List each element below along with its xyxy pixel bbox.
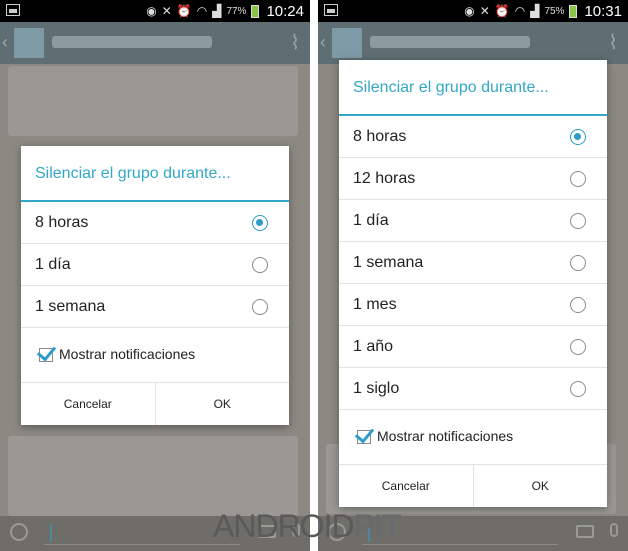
back-chevron-icon[interactable]: ‹ <box>320 32 326 53</box>
camera-icon[interactable] <box>576 525 594 538</box>
alarm-icon: ⏰ <box>176 4 192 18</box>
option-label: 1 mes <box>353 296 397 313</box>
gallery-icon <box>324 4 338 16</box>
dialog-title: Silenciar el grupo durante... <box>339 60 607 116</box>
option-label: 12 horas <box>353 170 416 187</box>
mute-icon: ✕ <box>479 4 490 18</box>
paperclip-icon[interactable]: ⌇ <box>608 30 618 55</box>
option-8-horas[interactable]: 8 horas <box>339 116 607 158</box>
show-notifications-row[interactable]: Mostrar notificaciones <box>21 328 289 383</box>
radio-unselected-icon[interactable] <box>570 171 586 187</box>
option-12-horas[interactable]: 12 horas <box>339 158 607 200</box>
status-time: 10:31 <box>584 2 622 20</box>
option-1-dia[interactable]: 1 día <box>339 200 607 242</box>
chat-bubble <box>8 66 298 136</box>
dialog-title: Silenciar el grupo durante... <box>21 146 289 202</box>
radio-unselected-icon[interactable] <box>570 255 586 271</box>
ok-button[interactable]: OK <box>154 383 290 425</box>
androidpit-watermark: ANDROIDPIT <box>213 508 402 545</box>
microphone-icon[interactable] <box>610 523 618 537</box>
group-name-blurred <box>52 36 212 48</box>
option-1-ano[interactable]: 1 año <box>339 326 607 368</box>
watermark-part2: PIT <box>353 508 402 544</box>
battery-icon <box>251 4 260 18</box>
emoji-icon[interactable] <box>10 523 28 541</box>
phone-screenshot-right: ◉ ✕ ⏰ ◠ ▟ 75% 10:31 ‹ ⌇ Silenciar el gru… <box>318 0 628 551</box>
gallery-icon <box>6 4 20 16</box>
option-8-horas[interactable]: 8 horas <box>21 202 289 244</box>
chat-bubble <box>8 436 298 516</box>
option-1-semana[interactable]: 1 semana <box>339 242 607 284</box>
signal-icon: ▟ <box>212 4 222 18</box>
screenshot-divider <box>310 0 318 551</box>
dialog-buttons: Cancelar OK <box>339 465 607 507</box>
mute-dialog: Silenciar el grupo durante... 8 horas 12… <box>339 60 607 507</box>
status-bar: ◉ ✕ ⏰ ◠ ▟ 77% 10:24 <box>0 0 310 22</box>
option-label: 1 día <box>35 256 71 273</box>
show-notifications-label: Mostrar notificaciones <box>59 346 196 362</box>
radio-selected-icon[interactable] <box>252 215 268 231</box>
chat-app-bar: ‹ ⌇ <box>0 22 310 64</box>
alarm-icon: ⏰ <box>494 4 510 18</box>
battery-percent: 75% <box>544 5 565 17</box>
paperclip-icon[interactable]: ⌇ <box>290 30 300 55</box>
battery-percent: 77% <box>226 5 247 17</box>
radio-unselected-icon[interactable] <box>570 339 586 355</box>
radio-unselected-icon[interactable] <box>570 297 586 313</box>
back-chevron-icon[interactable]: ‹ <box>2 32 8 53</box>
radio-unselected-icon[interactable] <box>252 257 268 273</box>
option-label: 1 día <box>353 212 389 229</box>
cancel-button[interactable]: Cancelar <box>21 383 155 425</box>
option-1-semana[interactable]: 1 semana <box>21 286 289 328</box>
mute-dialog: Silenciar el grupo durante... 8 horas 1 … <box>21 146 289 425</box>
option-1-mes[interactable]: 1 mes <box>339 284 607 326</box>
wifi-icon: ◠ <box>196 4 208 18</box>
ok-button[interactable]: OK <box>472 465 608 507</box>
option-label: 1 año <box>353 338 394 355</box>
show-notifications-row[interactable]: Mostrar notificaciones <box>339 410 607 465</box>
radio-unselected-icon[interactable] <box>252 299 268 315</box>
option-label: 8 horas <box>353 128 407 145</box>
phone-screenshot-left: ◉ ✕ ⏰ ◠ ▟ 77% 10:24 ‹ ⌇ Silenciar el gru… <box>0 0 310 551</box>
group-avatar[interactable] <box>14 28 44 58</box>
radio-selected-icon[interactable] <box>570 129 586 145</box>
dialog-buttons: Cancelar OK <box>21 383 289 425</box>
group-avatar[interactable] <box>332 28 362 58</box>
battery-icon <box>569 4 578 18</box>
show-notifications-label: Mostrar notificaciones <box>377 428 514 444</box>
wifi-icon: ◠ <box>514 4 526 18</box>
option-1-dia[interactable]: 1 día <box>21 244 289 286</box>
watermark-part1: ANDROID <box>213 508 355 544</box>
chat-app-bar: ‹ ⌇ <box>318 22 628 64</box>
eye-icon: ◉ <box>464 4 475 18</box>
option-label: 1 semana <box>35 298 106 315</box>
mute-icon: ✕ <box>161 4 172 18</box>
message-input[interactable] <box>44 544 240 545</box>
text-cursor <box>50 524 52 542</box>
eye-icon: ◉ <box>146 4 157 18</box>
option-label: 1 siglo <box>353 380 400 397</box>
group-name-blurred <box>370 36 530 48</box>
status-time: 10:24 <box>266 2 304 20</box>
radio-unselected-icon[interactable] <box>570 213 586 229</box>
signal-icon: ▟ <box>530 4 540 18</box>
option-label: 8 horas <box>35 214 89 231</box>
radio-unselected-icon[interactable] <box>570 381 586 397</box>
option-label: 1 semana <box>353 254 424 271</box>
status-bar: ◉ ✕ ⏰ ◠ ▟ 75% 10:31 <box>318 0 628 22</box>
option-1-siglo[interactable]: 1 siglo <box>339 368 607 410</box>
cancel-button[interactable]: Cancelar <box>339 465 473 507</box>
